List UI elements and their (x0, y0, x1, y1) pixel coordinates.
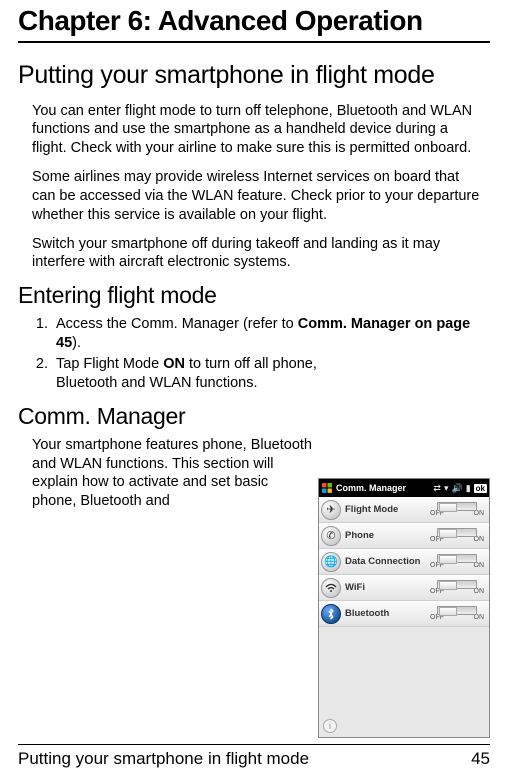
row-data: 🌐 Data Connection OFFON (319, 549, 489, 575)
toggle-slider (437, 502, 477, 511)
section-heading-entering: Entering flight mode (18, 282, 490, 309)
page-number: 45 (471, 749, 490, 769)
row-label: Data Connection (345, 556, 425, 567)
phone-icon: ✆ (321, 526, 341, 546)
footer-text: Putting your smartphone in flight mode (18, 749, 309, 769)
toggle-slider (437, 580, 477, 589)
toggle-slider (437, 606, 477, 615)
row-flight-mode: ✈ Flight Mode OFFON (319, 497, 489, 523)
comm-manager-screenshot: Comm. Manager ⇄ ▾ 🔊 ▮ ok ✈ Flight Mode O… (318, 478, 490, 738)
step-on-label: ON (163, 356, 185, 372)
globe-icon: 🌐 (321, 552, 341, 572)
screenshot-empty-area: i (319, 627, 489, 737)
info-icon: i (323, 719, 337, 733)
signal-icon: ▾ (444, 483, 449, 494)
paragraph: Your smartphone features phone, Bluetoot… (32, 436, 312, 511)
airplane-icon: ✈ (321, 500, 341, 520)
paragraph: You can enter flight mode to turn off te… (32, 102, 482, 159)
row-phone: ✆ Phone OFFON (319, 523, 489, 549)
wifi-icon (321, 578, 341, 598)
toggle-phone: OFFON (429, 528, 485, 543)
steps-list: Access the Comm. Manager (refer to Comm.… (18, 315, 490, 392)
paragraph: Some airlines may provide wireless Inter… (32, 168, 482, 225)
toggle-data: OFFON (429, 554, 485, 569)
row-label: Bluetooth (345, 608, 425, 619)
paragraph: Switch your smartphone off during takeof… (32, 235, 482, 273)
step-text: Tap Flight Mode (56, 356, 163, 372)
toggle-slider (437, 554, 477, 563)
toggle-on: ON (474, 614, 485, 621)
step-text: ). (72, 335, 81, 351)
row-label: Flight Mode (345, 504, 425, 515)
toggle-wifi: OFFON (429, 580, 485, 595)
page-footer: Putting your smartphone in flight mode 4… (18, 744, 490, 769)
step-2: Tap Flight Mode ON to turn off all phone… (52, 355, 490, 393)
toggle-flight: OFFON (429, 502, 485, 517)
chapter-title: Chapter 6: Advanced Operation (18, 0, 490, 43)
step-1: Access the Comm. Manager (refer to Comm.… (52, 315, 490, 353)
row-label: Phone (345, 530, 425, 541)
section-heading-comm-manager: Comm. Manager (18, 403, 490, 430)
bluetooth-icon (321, 604, 341, 624)
screenshot-title: Comm. Manager (336, 483, 430, 493)
battery-icon: ▮ (466, 483, 471, 494)
section-heading-flight-mode: Putting your smartphone in flight mode (18, 61, 490, 90)
toggle-on: ON (474, 536, 485, 543)
row-label: WiFi (345, 582, 425, 593)
screenshot-titlebar: Comm. Manager ⇄ ▾ 🔊 ▮ ok (319, 479, 489, 497)
toggle-bluetooth: OFFON (429, 606, 485, 621)
row-wifi: WiFi OFFON (319, 575, 489, 601)
windows-start-icon (321, 482, 333, 494)
speaker-icon: 🔊 (451, 483, 462, 494)
row-bluetooth: Bluetooth OFFON (319, 601, 489, 627)
step-text: Access the Comm. Manager (refer to (56, 316, 298, 332)
ok-button: ok (474, 484, 487, 493)
toggle-on: ON (474, 562, 485, 569)
radio-icon: ⇄ (433, 483, 441, 494)
toggle-slider (437, 528, 477, 537)
toggle-on: ON (474, 510, 485, 517)
toggle-on: ON (474, 588, 485, 595)
